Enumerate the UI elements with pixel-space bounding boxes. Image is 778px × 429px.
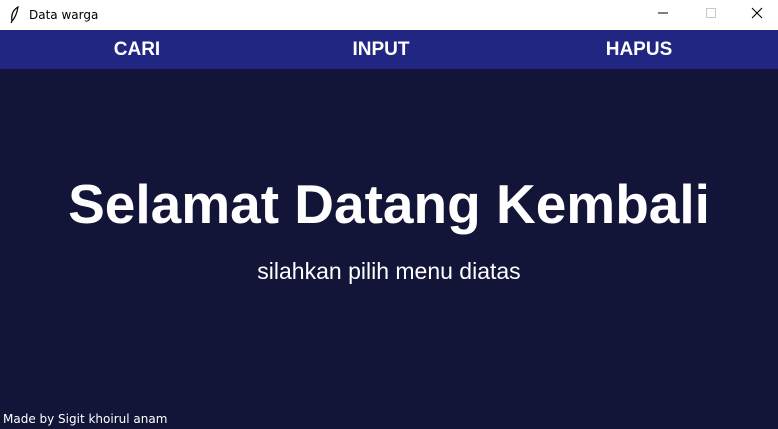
window-titlebar: Data warga [0, 0, 778, 30]
main-content: Selamat Datang Kembali silahkan pilih me… [0, 69, 778, 429]
welcome-subtitle: silahkan pilih menu diatas [257, 258, 521, 284]
close-button[interactable] [734, 0, 778, 30]
minimize-icon [657, 6, 669, 24]
menu-bar: CARI INPUT HAPUS [0, 30, 778, 69]
feather-icon [7, 5, 23, 24]
close-icon [751, 6, 763, 24]
maximize-button[interactable] [688, 0, 734, 30]
menu-button-input[interactable]: INPUT [336, 30, 426, 69]
welcome-heading: Selamat Datang Kembali [68, 173, 710, 235]
credit-text: Made by Sigit khoirul anam [3, 412, 168, 426]
menu-button-cari[interactable]: CARI [96, 30, 178, 69]
maximize-icon [705, 6, 717, 24]
window-title: Data warga [29, 8, 99, 22]
menu-button-hapus[interactable]: HAPUS [593, 30, 685, 69]
minimize-button[interactable] [640, 0, 686, 30]
